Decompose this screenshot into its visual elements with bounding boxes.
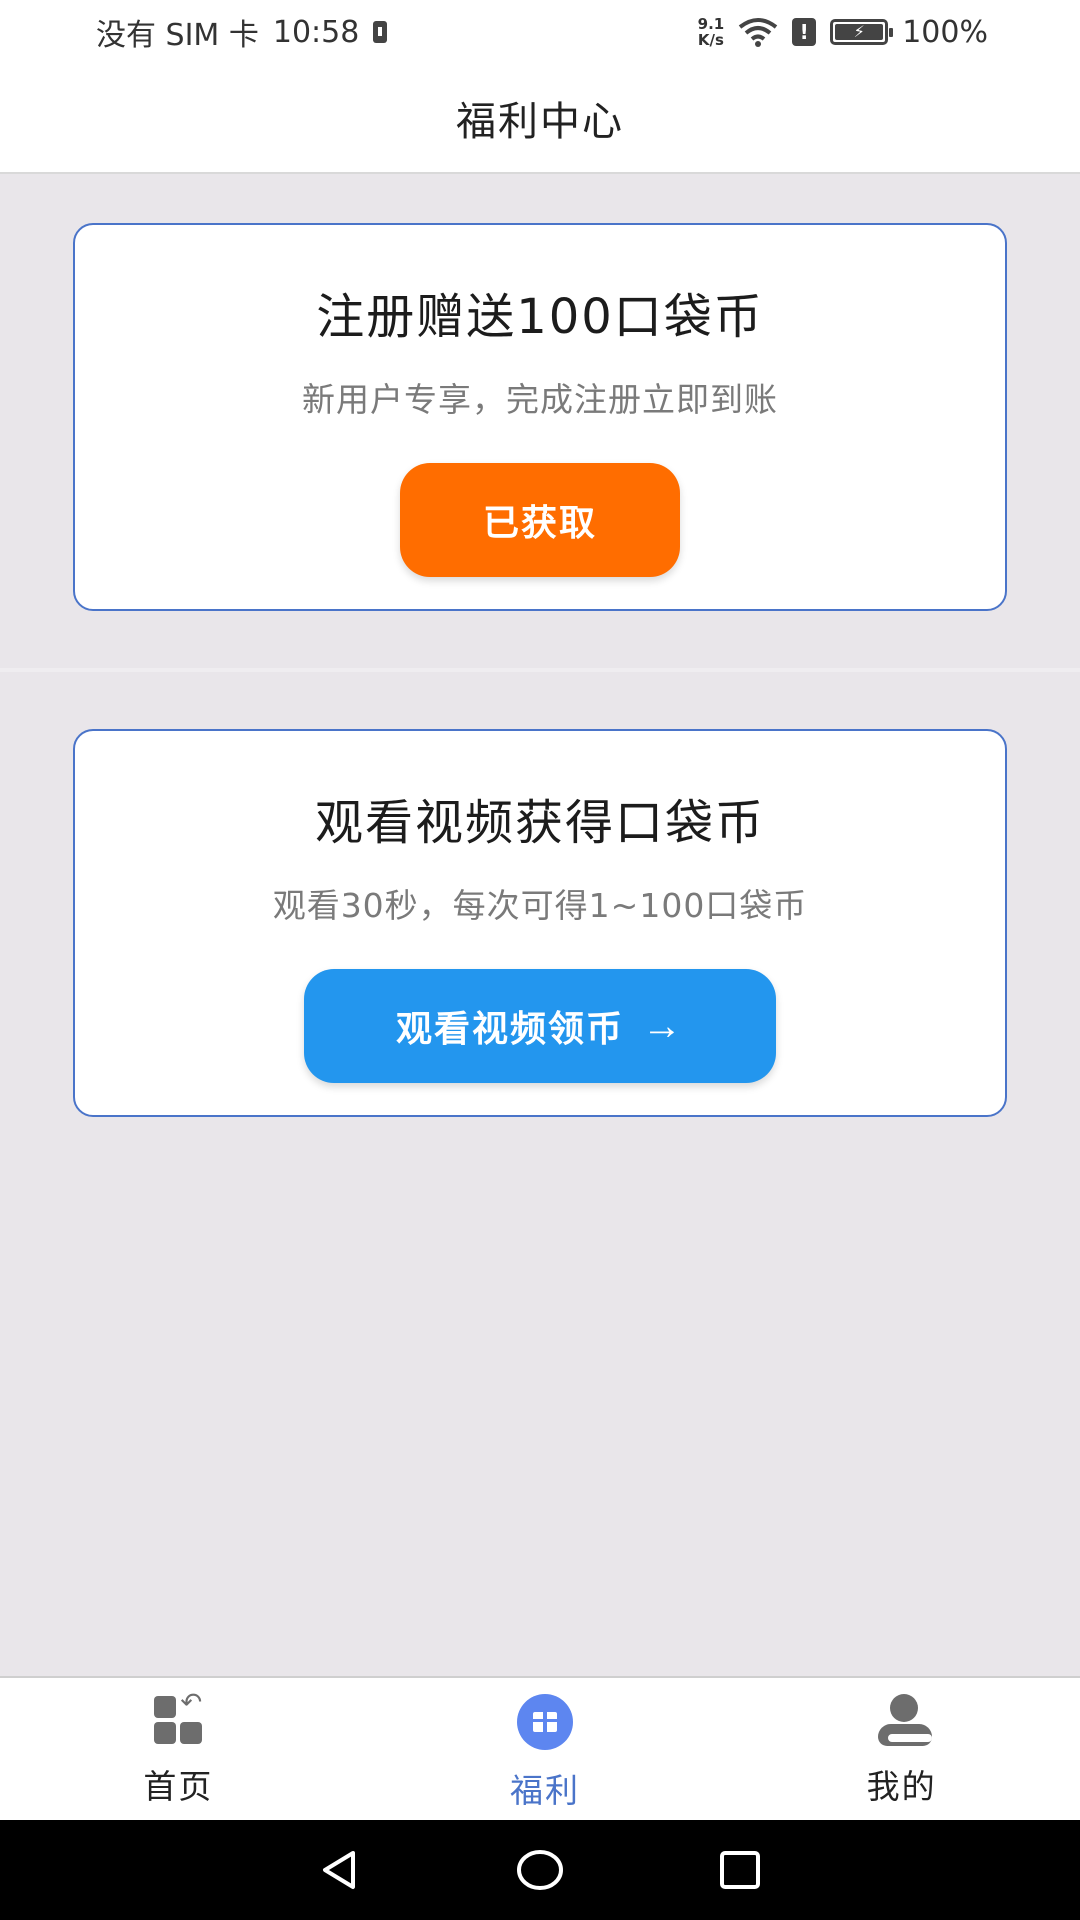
nav-item-home[interactable]: ↶ 首页: [0, 1678, 367, 1820]
network-speed-unit: K/s: [697, 31, 724, 49]
video-reward-subtitle: 观看30秒，每次可得1~100口袋币: [272, 886, 808, 925]
network-speed: 9.1 K/s: [698, 16, 725, 48]
bottom-navigation: ↶ 首页 福利 我的: [0, 1676, 1080, 1820]
carrier-text: 没有 SIM 卡: [96, 18, 259, 53]
home-grid-icon: ↶: [152, 1688, 204, 1746]
home-button[interactable]: [515, 1845, 565, 1895]
status-bar: 没有 SIM 卡 10:58 9.1 K/s ! ⚡ 100%: [0, 0, 1080, 64]
app-header: 福利中心: [0, 64, 1080, 174]
claimed-button-label: 已获取: [482, 502, 597, 543]
notification-alert-icon: !: [792, 18, 817, 46]
battery-percent: 100%: [902, 14, 988, 50]
battery-icon: ⚡: [830, 19, 894, 45]
clock: 10:58: [272, 14, 360, 50]
back-button[interactable]: [315, 1845, 365, 1895]
watch-video-button-label: 观看视频领币: [395, 1008, 624, 1049]
status-right: 9.1 K/s ! ⚡ 100%: [698, 15, 988, 50]
arrow-right-icon: →: [642, 1003, 684, 1048]
sim-alert-icon: [373, 21, 388, 43]
network-speed-value: 9.1: [697, 15, 725, 33]
recents-button[interactable]: [715, 1845, 765, 1895]
home-icon: [517, 1850, 563, 1890]
system-navigation-bar: [0, 1820, 1080, 1920]
nav-item-welfare[interactable]: 福利: [367, 1678, 724, 1820]
page-title: 福利中心: [456, 99, 624, 145]
status-left: 没有 SIM 卡 10:58: [96, 10, 388, 54]
recents-icon: [720, 1851, 760, 1889]
nav-item-profile[interactable]: 我的: [723, 1678, 1080, 1820]
register-bonus-title: 注册赠送100口袋币: [316, 289, 764, 345]
nav-label-profile: 我的: [866, 1767, 937, 1806]
back-icon: [323, 1851, 355, 1889]
video-reward-card: 观看视频获得口袋币 观看30秒，每次可得1~100口袋币 观看视频领币 →: [73, 729, 1007, 1117]
nav-label-home: 首页: [143, 1767, 214, 1806]
register-bonus-subtitle: 新用户专享，完成注册立即到账: [302, 380, 778, 419]
user-icon: [876, 1694, 932, 1746]
wifi-icon: [738, 18, 778, 47]
watch-video-button[interactable]: 观看视频领币 →: [304, 969, 776, 1083]
register-bonus-card: 注册赠送100口袋币 新用户专享，完成注册立即到账 已获取: [73, 223, 1007, 611]
gift-icon: [517, 1694, 573, 1750]
claimed-button[interactable]: 已获取: [400, 463, 680, 577]
nav-label-welfare: 福利: [510, 1771, 580, 1810]
video-reward-title: 观看视频获得口袋币: [314, 795, 765, 851]
